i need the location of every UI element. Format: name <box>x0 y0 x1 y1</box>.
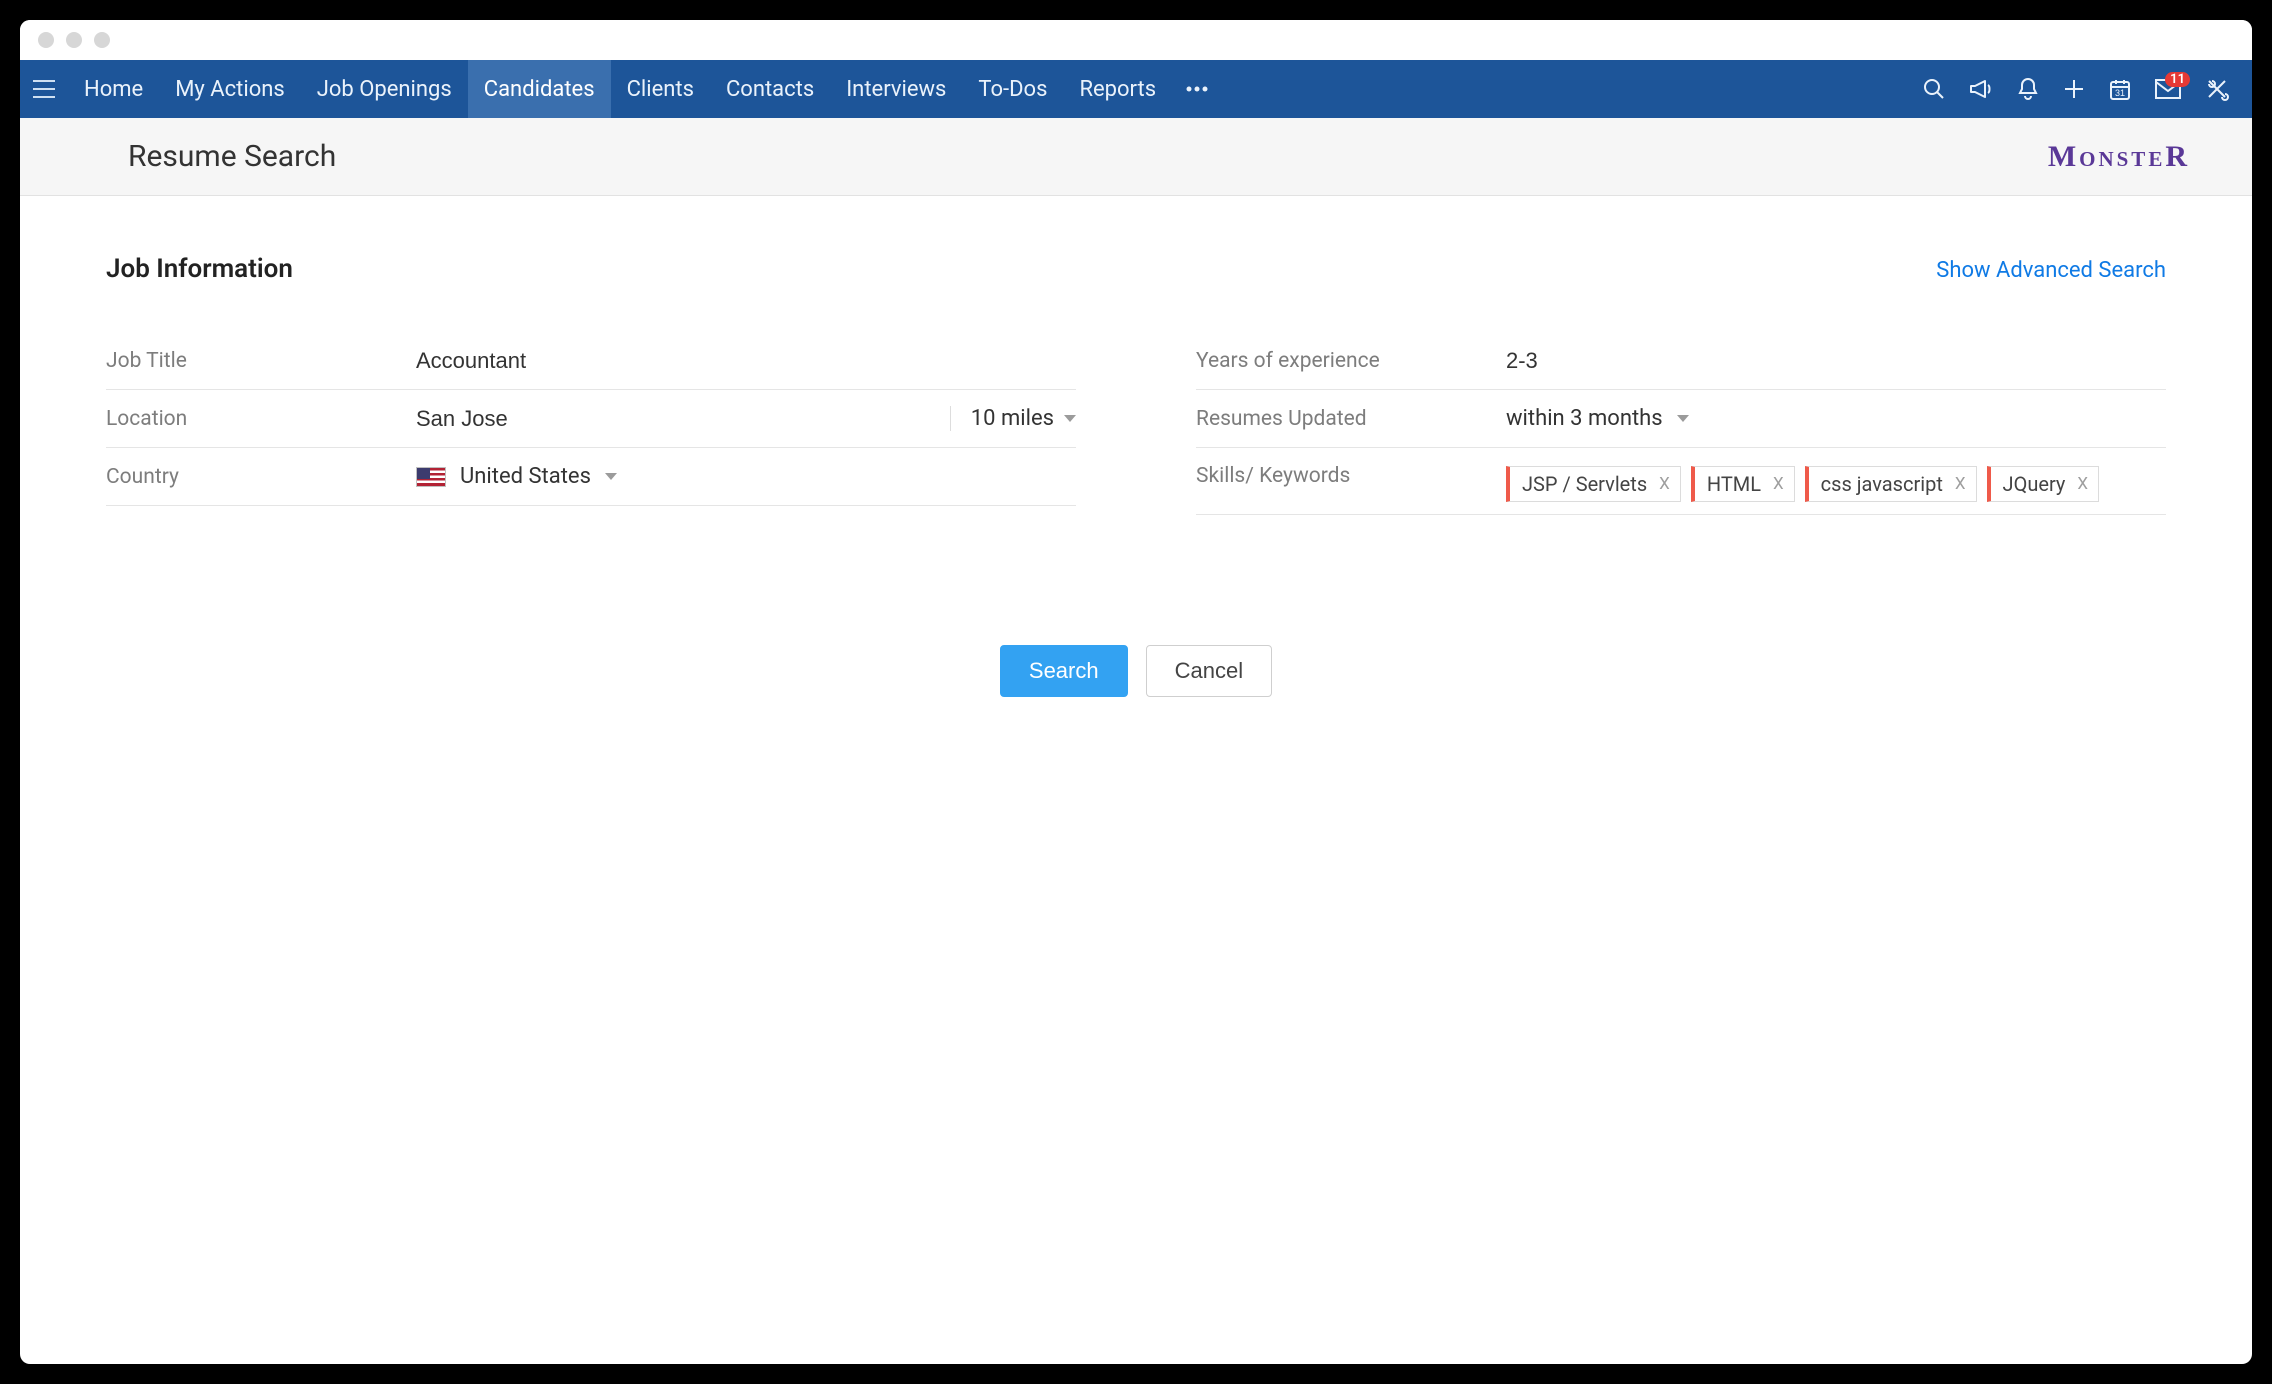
nav-item-reports[interactable]: Reports <box>1063 60 1172 118</box>
country-dropdown[interactable]: United States <box>416 464 617 489</box>
plus-icon[interactable] <box>2062 77 2086 101</box>
skill-tag-label: JQuery <box>2003 472 2066 496</box>
location-label: Location <box>106 407 416 431</box>
skill-tag-label: css javascript <box>1821 472 1943 496</box>
window-dot <box>94 32 110 48</box>
nav-item-job-openings[interactable]: Job Openings <box>301 60 468 118</box>
skill-tag-label: HTML <box>1707 472 1761 496</box>
subheader: Resume Search MonsteR <box>20 118 2252 196</box>
chevron-down-icon <box>605 473 617 480</box>
search-icon[interactable] <box>1922 77 1946 101</box>
nav-item-my-actions[interactable]: My Actions <box>159 60 301 118</box>
section-heading: Job Information <box>106 254 293 284</box>
mail-badge: 11 <box>2165 72 2190 87</box>
window-dot <box>38 32 54 48</box>
job-title-label: Job Title <box>106 349 416 373</box>
browser-chrome <box>20 20 2252 60</box>
megaphone-icon[interactable] <box>1968 77 1994 101</box>
radius-value: 10 miles <box>971 406 1054 431</box>
hamburger-icon[interactable] <box>20 60 68 118</box>
search-button[interactable]: Search <box>1000 645 1128 697</box>
years-experience-label: Years of experience <box>1196 349 1506 373</box>
nav-item-contacts[interactable]: Contacts <box>710 60 830 118</box>
top-nav: HomeMy ActionsJob OpeningsCandidatesClie… <box>20 60 2252 118</box>
skills-input[interactable]: JSP / ServletsXHTMLXcss javascriptXJQuer… <box>1506 458 2166 510</box>
chevron-down-icon <box>1677 415 1689 422</box>
country-value: United States <box>460 464 591 489</box>
nav-more-icon[interactable] <box>1172 60 1222 118</box>
calendar-icon[interactable]: 31 <box>2108 77 2132 101</box>
tools-icon[interactable] <box>2204 76 2230 102</box>
remove-tag-icon[interactable]: X <box>1773 474 1784 494</box>
show-advanced-search-link[interactable]: Show Advanced Search <box>1936 258 2166 283</box>
skills-label: Skills/ Keywords <box>1196 458 1506 488</box>
remove-tag-icon[interactable]: X <box>2077 474 2088 494</box>
radius-dropdown[interactable]: 10 miles <box>950 406 1076 431</box>
nav-item-to-dos[interactable]: To-Dos <box>962 60 1063 118</box>
window-dot <box>66 32 82 48</box>
nav-item-clients[interactable]: Clients <box>611 60 710 118</box>
nav-item-candidates[interactable]: Candidates <box>468 60 611 118</box>
remove-tag-icon[interactable]: X <box>1955 474 1966 494</box>
brand-logo: MonsteR <box>2048 140 2190 174</box>
svg-text:31: 31 <box>2115 88 2125 98</box>
resumes-updated-label: Resumes Updated <box>1196 407 1506 431</box>
nav-item-interviews[interactable]: Interviews <box>830 60 962 118</box>
remove-tag-icon[interactable]: X <box>1659 474 1670 494</box>
years-experience-input[interactable] <box>1506 342 2166 380</box>
skill-tag-label: JSP / Servlets <box>1522 472 1647 496</box>
page-title: Resume Search <box>128 139 336 174</box>
country-label: Country <box>106 465 416 489</box>
skill-tag: JSP / Servlets X <box>1506 466 1681 502</box>
resumes-updated-value: within 3 months <box>1506 406 1663 431</box>
location-input[interactable] <box>416 400 944 438</box>
mail-icon[interactable]: 11 <box>2154 78 2182 100</box>
bell-icon[interactable] <box>2016 76 2040 102</box>
chevron-down-icon <box>1064 415 1076 422</box>
us-flag-icon <box>416 467 446 487</box>
nav-item-home[interactable]: Home <box>68 60 159 118</box>
resumes-updated-dropdown[interactable]: within 3 months <box>1506 406 1689 431</box>
skill-tag: JQuery X <box>1987 466 2100 502</box>
skill-tag: HTML X <box>1691 466 1795 502</box>
cancel-button[interactable]: Cancel <box>1146 645 1272 697</box>
job-title-input[interactable] <box>416 342 1076 380</box>
skill-tag: css javascript X <box>1805 466 1977 502</box>
